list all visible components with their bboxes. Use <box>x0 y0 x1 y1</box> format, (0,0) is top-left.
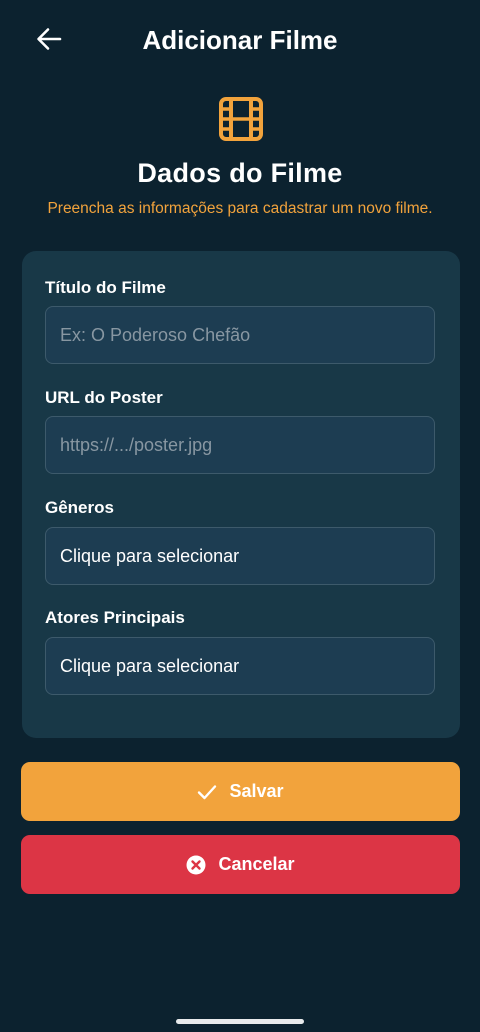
actors-selector-text: Clique para selecionar <box>60 656 240 676</box>
section-subtitle: Preencha as informações para cadastrar u… <box>47 200 433 217</box>
poster-url-input[interactable]: https://.../poster.jpg <box>45 416 435 474</box>
poster-url-field-label: URL do Poster <box>45 388 163 407</box>
save-button[interactable]: Salvar <box>21 762 460 821</box>
save-button-label: Salvar <box>229 781 284 801</box>
check-icon <box>197 784 217 800</box>
x-circle-icon <box>186 855 206 875</box>
actors-field-label: Atores Principais <box>45 608 185 627</box>
movie-form-card: Título do Filme Ex: O Poderoso Chefão UR… <box>22 251 460 738</box>
genres-field-label: Gêneros <box>45 498 114 517</box>
section-title: Dados do Filme <box>137 158 343 188</box>
title-input-placeholder: Ex: O Poderoso Chefão <box>60 325 251 345</box>
page-title: Adicionar Filme <box>142 25 338 55</box>
film-icon <box>219 97 263 141</box>
app-bar: Adicionar Filme <box>0 0 480 80</box>
poster-url-input-placeholder: https://.../poster.jpg <box>60 435 213 455</box>
cancel-button[interactable]: Cancelar <box>21 835 460 894</box>
genres-selector[interactable]: Clique para selecionar <box>45 527 435 585</box>
home-indicator[interactable] <box>176 1019 304 1024</box>
title-input[interactable]: Ex: O Poderoso Chefão <box>45 306 435 364</box>
actors-selector[interactable]: Clique para selecionar <box>45 637 435 695</box>
genres-selector-text: Clique para selecionar <box>60 546 240 566</box>
cancel-button-label: Cancelar <box>218 854 295 874</box>
add-movie-screen: Adicionar Filme Dados do Filme Preencha … <box>0 0 480 1032</box>
title-field-label: Título do Filme <box>45 278 166 297</box>
